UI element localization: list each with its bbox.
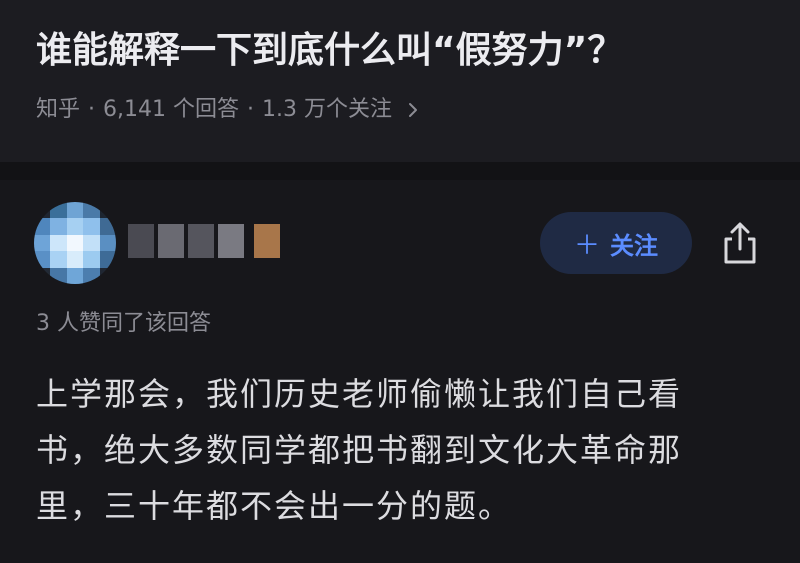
meta-separator: · (88, 97, 96, 122)
avatar[interactable] (34, 202, 116, 284)
zhihu-answer-page: 谁能解释一下到底什么叫“假努力”？ 知乎 · 6,141 个回答 · 1.3 万… (0, 0, 800, 563)
author-name-pixelated[interactable] (128, 224, 280, 258)
question-header[interactable]: 谁能解释一下到底什么叫“假努力”？ 知乎 · 6,141 个回答 · 1.3 万… (0, 0, 800, 162)
follow-label: 关注 (610, 231, 658, 260)
question-title[interactable]: 谁能解释一下到底什么叫“假努力”？ (36, 28, 623, 74)
plus-icon: ＋ (573, 230, 600, 261)
answer-line: 上学那会，我们历史老师偷懒让我们自己看 (36, 375, 683, 413)
question-meta[interactable]: 知乎 · 6,141 个回答 · 1.3 万个关注 (36, 94, 418, 126)
answer-card: ＋ 关注 3 人赞同了该回答 上学那会，我们历史老师偷懒让我们自己看 书，绝大多… (0, 180, 800, 563)
chevron-right-icon (408, 103, 417, 117)
pixel-block (218, 224, 244, 258)
answer-body[interactable]: 上学那会，我们历史老师偷懒让我们自己看 书，绝大多数同学都把书翻到文化大革命那 … (36, 366, 776, 534)
answer-line: 里，三十年都不会出一分的题。 (36, 487, 513, 525)
answer-line: 书，绝大多数同学都把书翻到文化大革命那 (36, 431, 683, 469)
source-label: 知乎 (36, 97, 81, 122)
section-divider (0, 162, 800, 180)
share-icon (724, 222, 756, 264)
follow-button[interactable]: ＋ 关注 (540, 212, 692, 274)
follower-count: 1.3 万个关注 (262, 97, 392, 122)
pixel-block (188, 224, 214, 258)
answer-count: 6,141 个回答 (103, 97, 239, 122)
share-button[interactable] (716, 218, 764, 268)
pixelated-avatar-image (34, 202, 116, 284)
meta-separator: · (247, 97, 254, 122)
pixel-block (128, 224, 154, 258)
upvote-summary: 3 人赞同了该回答 (36, 311, 211, 336)
pixel-block (254, 224, 280, 258)
pixel-block (158, 224, 184, 258)
